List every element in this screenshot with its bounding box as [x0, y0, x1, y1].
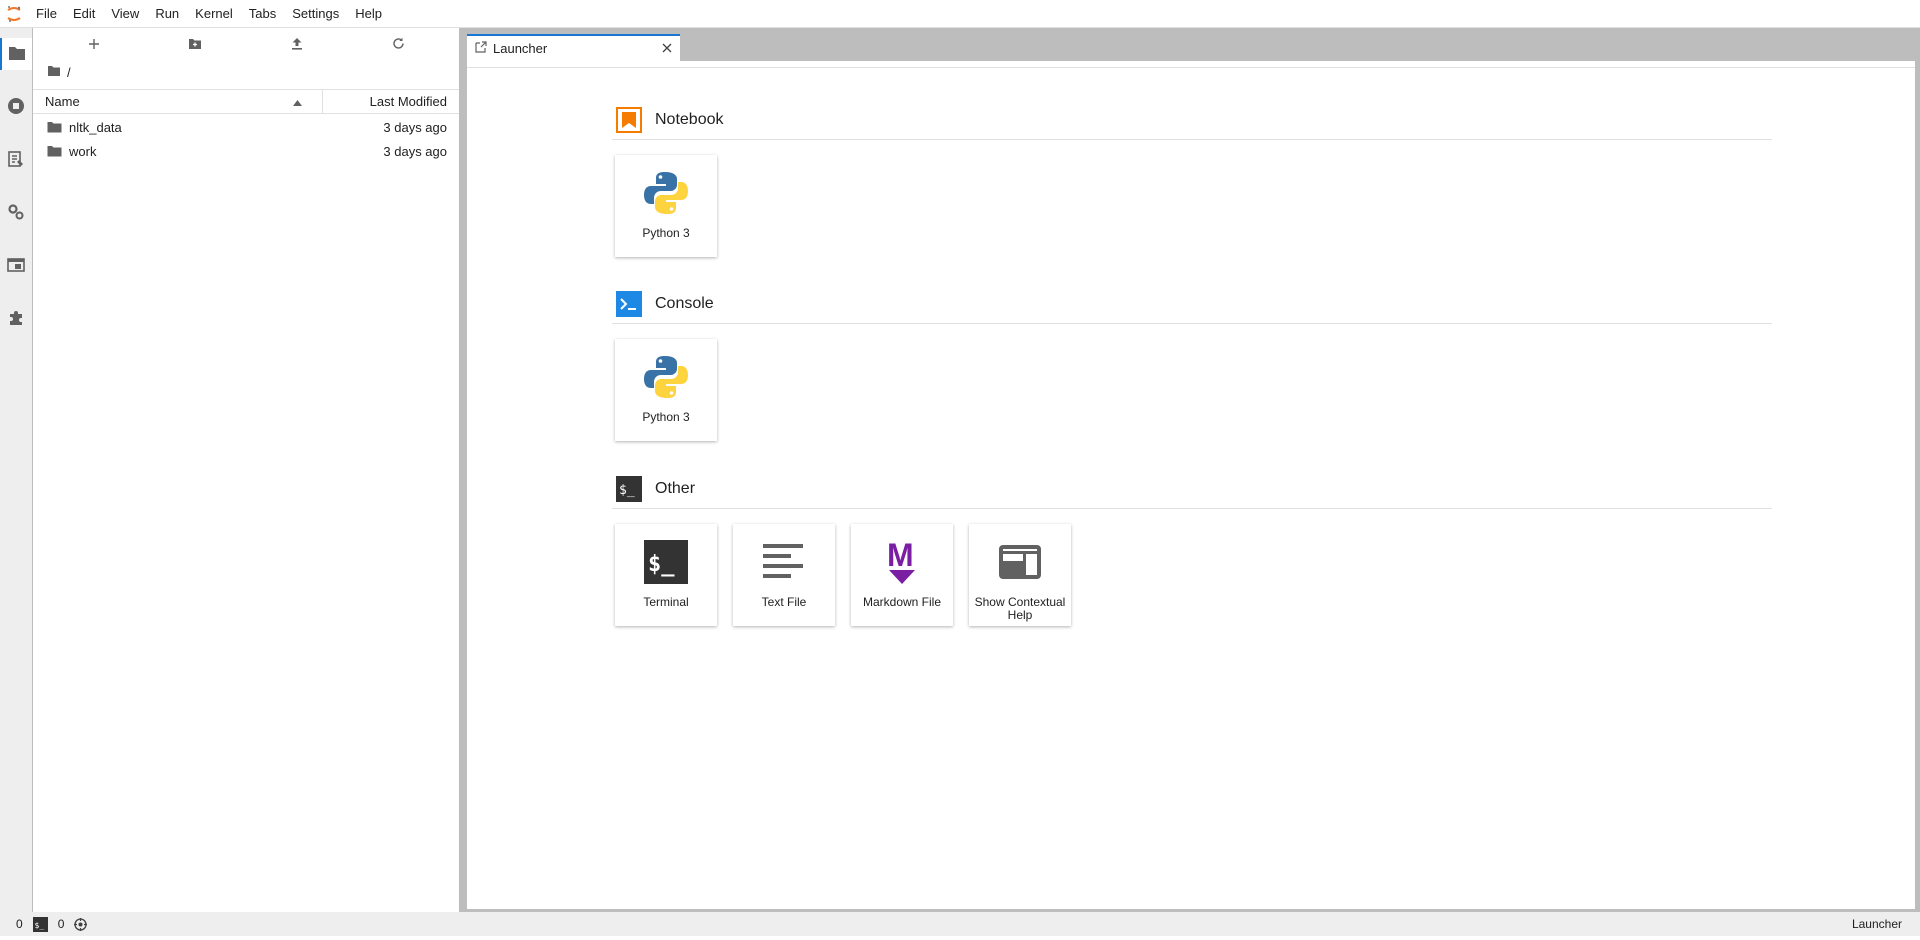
contextual-help-icon	[992, 534, 1048, 590]
section-title: Notebook	[655, 110, 724, 128]
card-label: Text File	[761, 595, 807, 609]
breadcrumb-root[interactable]: /	[67, 65, 71, 80]
kernel-count[interactable]: 0	[16, 917, 23, 931]
status-bar: 0 $_ 0 Launcher	[0, 912, 1920, 936]
file-name: nltk_data	[69, 119, 122, 135]
file-modified: 3 days ago	[383, 143, 447, 159]
breadcrumb: /	[33, 62, 459, 82]
extension-manager-tab[interactable]	[0, 303, 32, 335]
extension-icon	[7, 309, 25, 330]
menu-run[interactable]: Run	[147, 0, 187, 28]
refresh-button[interactable]	[382, 33, 414, 57]
file-row[interactable]: nltk_data 3 days ago	[33, 115, 459, 139]
section-title: Other	[655, 479, 696, 497]
menu-view[interactable]: View	[103, 0, 147, 28]
home-folder-icon[interactable]	[47, 65, 61, 80]
menu-file[interactable]: File	[28, 0, 65, 28]
other-section: $_ Other $_ Terminal Text File M Markdow…	[612, 475, 1772, 626]
modified-column-header[interactable]: Last Modified	[323, 90, 459, 113]
contextual-help-card[interactable]: Show Contextual Help	[969, 524, 1071, 626]
file-browser-panel: / Name Last Modified nltk_data 3 days ag…	[33, 28, 459, 912]
commands-icon	[7, 150, 25, 171]
folder-icon	[47, 119, 63, 135]
close-icon[interactable]	[662, 41, 672, 56]
tabs-icon	[7, 257, 25, 276]
card-label: Markdown File	[862, 595, 942, 609]
menu-bar: File Edit View Run Kernel Tabs Settings …	[0, 0, 1920, 28]
notebook-section-header: Notebook	[612, 106, 1772, 140]
upload-button[interactable]	[281, 33, 313, 57]
python-logo-icon	[638, 349, 694, 405]
menu-help[interactable]: Help	[347, 0, 390, 28]
upload-icon	[291, 37, 303, 53]
other-section-header: $_ Other	[612, 475, 1772, 509]
main-tab-bar: Launcher	[467, 28, 1920, 61]
name-column-header[interactable]: Name	[33, 90, 323, 113]
svg-text:M: M	[887, 538, 914, 573]
card-label: Python 3	[642, 226, 690, 240]
file-browser-toolbar	[33, 28, 459, 62]
card-label: Terminal	[643, 595, 689, 609]
notebook-python3-card[interactable]: Python 3	[615, 155, 717, 257]
kernel-status-icon[interactable]	[74, 917, 88, 931]
running-sessions-tab[interactable]	[0, 91, 32, 123]
bottom-edge	[0, 936, 1920, 940]
svg-text:$_: $_	[619, 483, 635, 498]
card-label: Show Contextual Help	[974, 595, 1066, 622]
tab-label: Launcher	[493, 41, 548, 56]
file-list-header: Name Last Modified	[33, 89, 459, 114]
terminal-card[interactable]: $_ Terminal	[615, 524, 717, 626]
file-modified: 3 days ago	[383, 119, 447, 135]
command-palette-tab[interactable]	[0, 144, 32, 176]
launcher-tab-icon	[475, 41, 487, 56]
new-launcher-button[interactable]	[78, 33, 110, 57]
markdown-file-card[interactable]: M Markdown File	[851, 524, 953, 626]
sort-ascending-icon	[293, 94, 302, 109]
notebook-icon	[615, 106, 642, 133]
file-name: work	[69, 143, 97, 159]
refresh-icon	[392, 37, 405, 53]
menu-kernel[interactable]: Kernel	[187, 0, 241, 28]
modified-column-label: Last Modified	[369, 94, 447, 109]
new-folder-icon	[188, 38, 202, 53]
terminal-section-icon: $_	[615, 475, 642, 502]
file-row[interactable]: work 3 days ago	[33, 139, 459, 163]
python-logo-icon	[638, 165, 694, 221]
terminal-icon: $_	[638, 534, 694, 590]
new-folder-button[interactable]	[179, 33, 211, 57]
console-python3-card[interactable]: Python 3	[615, 339, 717, 441]
terminal-icon: $_	[32, 916, 48, 932]
open-tabs-tab[interactable]	[0, 250, 32, 282]
file-list: nltk_data 3 days ago work 3 days ago	[33, 114, 459, 163]
card-label: Python 3	[642, 410, 690, 424]
console-section-header: Console	[612, 290, 1772, 324]
activity-bar	[0, 28, 33, 912]
menu-settings[interactable]: Settings	[284, 0, 347, 28]
jupyter-logo-icon	[0, 0, 28, 28]
plus-icon	[88, 38, 100, 53]
notebook-section: Notebook Python 3	[612, 106, 1772, 257]
name-column-label: Name	[45, 94, 80, 109]
status-mode: Launcher	[1851, 917, 1902, 931]
menu-edit[interactable]: Edit	[65, 0, 103, 28]
terminal-count[interactable]: 0	[58, 917, 65, 931]
text-file-icon	[756, 534, 812, 590]
property-inspector-tab[interactable]	[0, 197, 32, 229]
menu-tabs[interactable]: Tabs	[241, 0, 284, 28]
console-section: Console Python 3	[612, 290, 1772, 441]
section-title: Console	[655, 294, 714, 312]
property-inspector-icon	[7, 203, 25, 224]
file-browser-tab[interactable]	[0, 38, 32, 70]
console-icon	[615, 290, 642, 317]
text-file-card[interactable]: Text File	[733, 524, 835, 626]
markdown-icon: M	[874, 534, 930, 590]
svg-text:$_: $_	[34, 921, 44, 930]
panel-splitter[interactable]	[459, 28, 467, 912]
tab-launcher[interactable]: Launcher	[467, 34, 680, 61]
svg-text:$_: $_	[648, 552, 675, 577]
folder-icon	[8, 45, 26, 64]
running-icon	[7, 97, 25, 118]
folder-icon	[47, 143, 63, 159]
